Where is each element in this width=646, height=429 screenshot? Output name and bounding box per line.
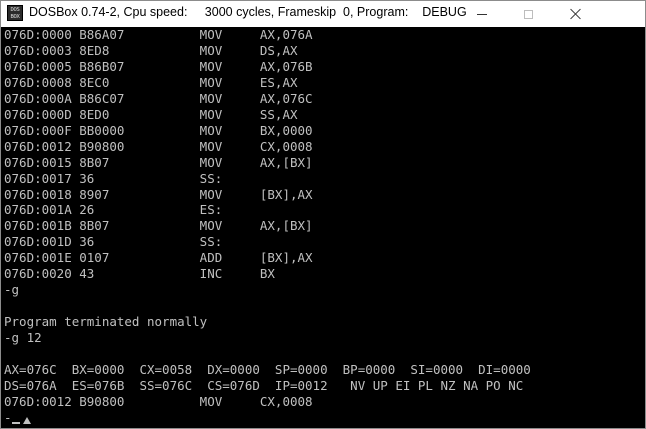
dosbox-app-icon[interactable]: DOS BOX xyxy=(7,5,23,21)
console-line: 076D:0018 8907 MOV [BX],AX xyxy=(4,187,313,202)
close-button[interactable] xyxy=(553,1,599,27)
console-line: 076D:0005 B86B07 MOV AX,076B xyxy=(4,59,313,74)
console-line: 076D:001A 26 ES: xyxy=(4,202,223,217)
console-line: Program terminated normally xyxy=(4,314,208,329)
console-line: 076D:0012 B90800 MOV CX,0008 xyxy=(4,139,313,154)
console-line: 076D:000F BB0000 MOV BX,0000 xyxy=(4,123,313,138)
console-line: 076D:001D 36 SS: xyxy=(4,234,223,249)
maximize-icon xyxy=(523,9,533,19)
dos-console-screen[interactable]: - 076D:0000 B86A07 MOV AX,076A 076D:0003 … xyxy=(1,27,645,428)
mouse-pointer-icon xyxy=(23,417,31,424)
console-line: -g xyxy=(4,282,20,297)
window-title: DOSBox 0.74-2, Cpu speed: 3000 cycles, F… xyxy=(29,5,467,19)
command-prompt-line[interactable]: - xyxy=(4,410,44,426)
console-line: 076D:0008 8EC0 MOV ES,AX xyxy=(4,75,298,90)
text-cursor xyxy=(12,422,20,424)
console-line: 076D:0003 8ED8 MOV DS,AX xyxy=(4,43,298,58)
console-line: 076D:001E 0107 ADD [BX],AX xyxy=(4,250,313,265)
console-line: DS=076A ES=076B SS=076C CS=076D IP=0012 … xyxy=(4,378,524,393)
console-line: 076D:0017 36 SS: xyxy=(4,171,223,186)
console-line: 076D:0000 B86A07 MOV AX,076A xyxy=(4,27,313,42)
console-line: 076D:001B 8B07 MOV AX,[BX] xyxy=(4,218,313,233)
console-line: 076D:0012 B90800 MOV CX,0008 xyxy=(4,394,313,409)
minimize-icon xyxy=(477,13,487,15)
console-line: 076D:0020 43 INC BX xyxy=(4,266,275,281)
close-icon xyxy=(570,8,582,20)
console-line: 076D:000D 8ED0 MOV SS,AX xyxy=(4,107,298,122)
console-line: 076D:000A B86C07 MOV AX,076C xyxy=(4,91,313,106)
prompt-char: - xyxy=(4,410,12,425)
console-line: -g 12 xyxy=(4,330,42,345)
console-line: 076D:0015 8B07 MOV AX,[BX] xyxy=(4,155,313,170)
maximize-button[interactable] xyxy=(505,1,551,27)
icon-text-box: BOX xyxy=(10,13,20,20)
console-line: AX=076C BX=0000 CX=0058 DX=0000 SP=0000 … xyxy=(4,362,531,377)
dosbox-window: DOS BOX DOSBox 0.74-2, Cpu speed: 3000 c… xyxy=(0,0,646,429)
title-bar[interactable]: DOS BOX DOSBox 0.74-2, Cpu speed: 3000 c… xyxy=(1,1,645,28)
minimize-button[interactable] xyxy=(459,1,505,27)
